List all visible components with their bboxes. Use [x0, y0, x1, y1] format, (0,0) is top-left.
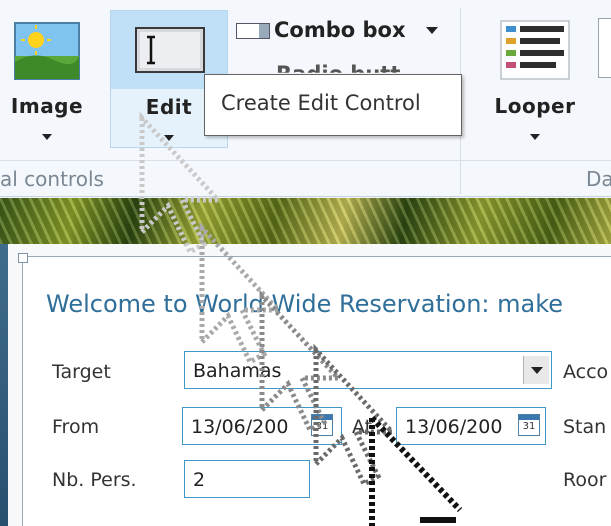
- next-ribbon-icon: [598, 18, 611, 78]
- calendar-icon[interactable]: 31: [311, 414, 333, 436]
- image-button[interactable]: Image: [4, 10, 90, 150]
- calendar-icon[interactable]: 31: [518, 414, 540, 436]
- calendar-day: 31: [522, 421, 536, 432]
- target-input[interactable]: Bahamas: [184, 351, 552, 389]
- looper-button[interactable]: Looper: [486, 10, 584, 150]
- banner-image: [0, 198, 611, 244]
- edit-dropdown-arrow[interactable]: [164, 135, 174, 141]
- welcome-title: Welcome to World Wide Reservation: make: [46, 290, 564, 318]
- group-label-controls: al controls: [0, 167, 104, 191]
- looper-dropdown-arrow[interactable]: [530, 134, 540, 140]
- image-icon: [14, 22, 80, 80]
- combo-box-icon: [236, 23, 270, 39]
- tooltip-text: Create Edit Control: [221, 91, 421, 115]
- panel-resize-handle[interactable]: [18, 253, 28, 263]
- left-strip: [0, 244, 8, 526]
- rooms-label: Roor: [563, 469, 607, 491]
- edit-control-icon: [135, 27, 205, 73]
- target-label: Target: [52, 361, 111, 383]
- from-label: From: [52, 416, 100, 438]
- nb-pers-input[interactable]: 2: [184, 460, 310, 498]
- image-dropdown-arrow[interactable]: [42, 134, 52, 140]
- group-label-data: Da: [586, 167, 611, 191]
- at-label: At: [352, 416, 373, 438]
- target-dropdown-button[interactable]: [523, 356, 549, 384]
- standard-label: Stan: [563, 416, 607, 438]
- nb-pers-label: Nb. Pers.: [52, 469, 137, 491]
- calendar-day: 31: [315, 421, 329, 432]
- accommodation-label: Acco: [563, 361, 609, 383]
- combo-box-item[interactable]: Combo box: [236, 18, 406, 42]
- looper-label: Looper: [494, 94, 576, 118]
- image-label: Image: [10, 94, 84, 118]
- combo-box-dropdown-arrow[interactable]: [426, 27, 438, 34]
- combo-box-label: Combo box: [274, 18, 406, 42]
- looper-icon: [500, 20, 570, 80]
- tooltip: Create Edit Control: [204, 74, 462, 136]
